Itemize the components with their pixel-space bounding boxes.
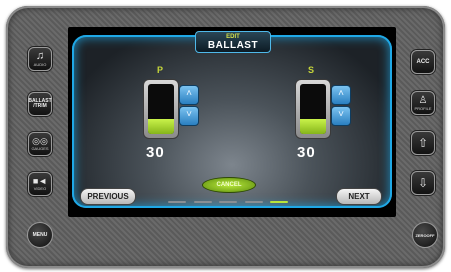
starboard-tank-window — [300, 84, 326, 134]
acc-button[interactable]: ACC — [411, 50, 435, 74]
display-screen: EDIT BALLAST P ˄ ˅ 30 S ˄ ˅ 30 PREVIOUS … — [68, 27, 396, 217]
ballast-trim-button[interactable]: BALLAST /TRIM — [28, 92, 52, 116]
page-dot — [193, 201, 212, 203]
gauge-icon: ◎◎ — [32, 136, 48, 146]
gauges-button[interactable]: ◎◎ GAUGES — [28, 132, 52, 156]
port-tank-label: P — [157, 65, 164, 75]
acc-label: ACC — [416, 58, 430, 65]
page-dot — [244, 201, 263, 203]
zero-off-button[interactable]: ZEROOFF — [412, 222, 438, 248]
video-button[interactable]: ■◄ VIDEO — [28, 172, 52, 196]
down-button[interactable]: ⇩ — [411, 171, 435, 195]
page-title: BALLAST — [207, 40, 259, 51]
starboard-tank — [295, 79, 331, 139]
arrow-up-icon: ⇧ — [417, 136, 429, 150]
gauges-label: GAUGES — [31, 146, 49, 151]
page-dot — [219, 201, 237, 203]
starboard-tank-value: 30 — [297, 144, 316, 161]
starboard-tank-fill — [300, 119, 326, 134]
next-button[interactable]: NEXT — [336, 188, 382, 205]
chevron-down-icon: ˅ — [186, 109, 192, 120]
port-tank-window — [148, 84, 174, 134]
zero-off-label: ZEROOFF — [415, 232, 435, 238]
title-plate: EDIT BALLAST — [195, 31, 271, 53]
port-tank — [143, 79, 179, 139]
previous-button[interactable]: PREVIOUS — [80, 188, 136, 205]
video-label: VIDEO — [33, 186, 47, 191]
port-increase-button[interactable]: ˄ — [179, 85, 199, 105]
audio-button[interactable]: ♫ AUDIO — [28, 47, 52, 71]
trim-label: /TRIM — [33, 103, 47, 109]
port-tank-value: 30 — [146, 144, 165, 161]
profile-icon: ♙ — [418, 94, 428, 106]
profile-label: PROFILE — [414, 105, 432, 111]
camera-icon: ■◄ — [32, 176, 48, 186]
chevron-up-icon: ˄ — [338, 88, 344, 99]
profile-button[interactable]: ♙ PROFILE — [411, 91, 435, 115]
arrow-down-icon: ⇩ — [417, 176, 429, 190]
port-tank-fill — [148, 119, 174, 134]
starboard-tank-label: S — [308, 65, 315, 75]
chevron-up-icon: ˄ — [186, 88, 192, 99]
chevron-down-icon: ˅ — [338, 109, 344, 120]
menu-button[interactable]: MENU — [27, 222, 53, 248]
audio-label: AUDIO — [33, 62, 47, 67]
menu-label: MENU — [32, 232, 48, 238]
page-dot — [168, 201, 186, 203]
port-decrease-button[interactable]: ˅ — [179, 106, 199, 126]
page-dot-active — [270, 201, 288, 203]
starboard-increase-button[interactable]: ˄ — [331, 85, 351, 105]
starboard-decrease-button[interactable]: ˅ — [331, 106, 351, 126]
page-indicator — [168, 199, 288, 205]
music-note-icon: ♫ — [35, 50, 45, 62]
cancel-button[interactable]: CANCEL — [202, 177, 256, 193]
up-button[interactable]: ⇧ — [411, 131, 435, 155]
